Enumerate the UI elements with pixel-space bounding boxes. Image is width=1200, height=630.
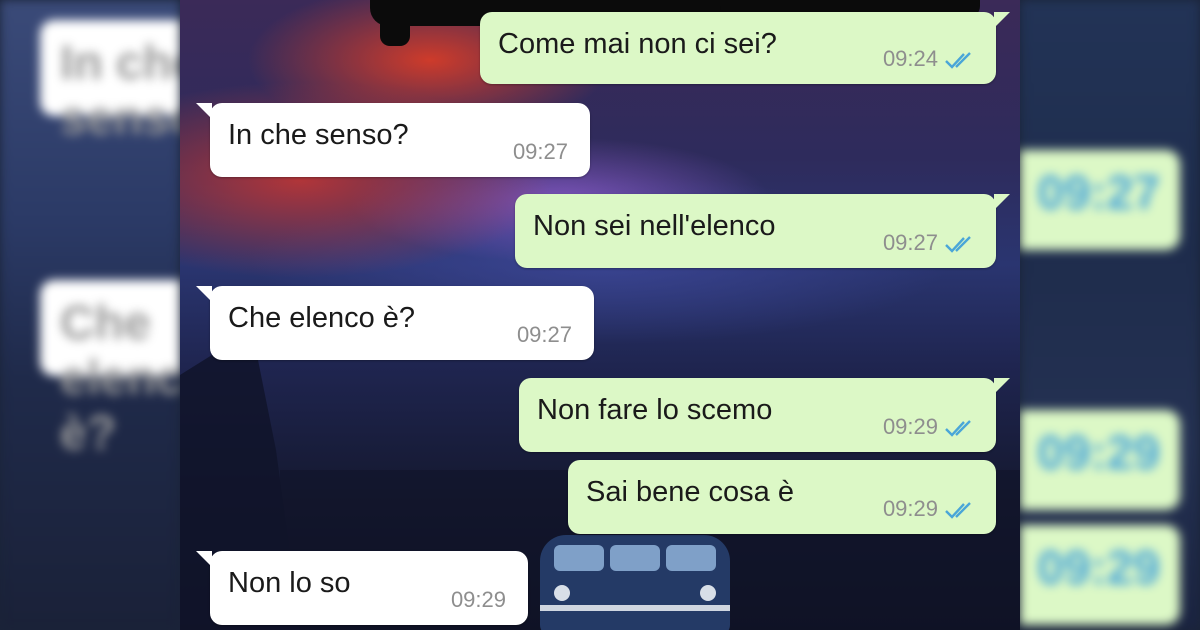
blurred-bubble-time-2: 09:29: [1020, 410, 1180, 510]
blurred-right-panel: 09:27 09:29 09:29: [1020, 0, 1200, 630]
double-check-icon: [945, 52, 971, 69]
message-text: Non lo so: [228, 567, 351, 599]
message-bubble-incoming[interactable]: In che senso? 09:27: [196, 103, 590, 177]
message-bubble-incoming[interactable]: Non lo so 09:29: [196, 551, 528, 625]
message-timestamp: 09:29: [882, 496, 938, 521]
message-timestamp: 09:29: [450, 587, 506, 612]
message-timestamp: 09:29: [882, 414, 938, 439]
redaction-scribble: [380, 10, 410, 46]
message-bubble-outgoing[interactable]: Non sei nell'elenco 09:27: [515, 194, 1010, 268]
message-bubble-outgoing[interactable]: Sai bene cosa è 09:29: [568, 460, 996, 534]
message-bubble-outgoing[interactable]: Non fare lo scemo 09:29: [519, 378, 1010, 452]
blurred-bubble-in-che: In che senso?: [40, 20, 180, 145]
double-check-icon: [945, 502, 971, 519]
double-check-icon: [945, 236, 971, 253]
message-bubble-incoming[interactable]: Che elenco è? 09:27: [196, 286, 594, 360]
message-text: Non fare lo scemo: [537, 394, 773, 426]
message-text: Come mai non ci sei?: [498, 28, 777, 60]
message-text: Non sei nell'elenco: [533, 210, 776, 242]
chat-panel[interactable]: Come mai non ci sei? 09:24 In che senso?…: [180, 0, 1020, 630]
double-check-icon: [945, 420, 971, 437]
message-timestamp: 09:27: [516, 322, 572, 347]
message-text: In che senso?: [228, 119, 409, 151]
message-timestamp: 09:27: [882, 230, 938, 255]
message-bubble-outgoing[interactable]: Come mai non ci sei? 09:24: [480, 12, 1010, 84]
message-text: Che elenco è?: [228, 302, 416, 334]
van-illustration: [540, 535, 730, 630]
message-text: Sai bene cosa è: [586, 476, 794, 508]
blurred-bubble-time-1: 09:27: [1020, 150, 1180, 250]
blurred-bubble-che-elenco: Che elenco è?: [40, 280, 180, 460]
blurred-bubble-time-3: 09:29: [1020, 525, 1180, 625]
blurred-left-panel: In che senso? Che elenco è?: [0, 0, 180, 630]
message-timestamp: 09:24: [882, 46, 938, 71]
message-timestamp: 09:27: [512, 139, 568, 164]
